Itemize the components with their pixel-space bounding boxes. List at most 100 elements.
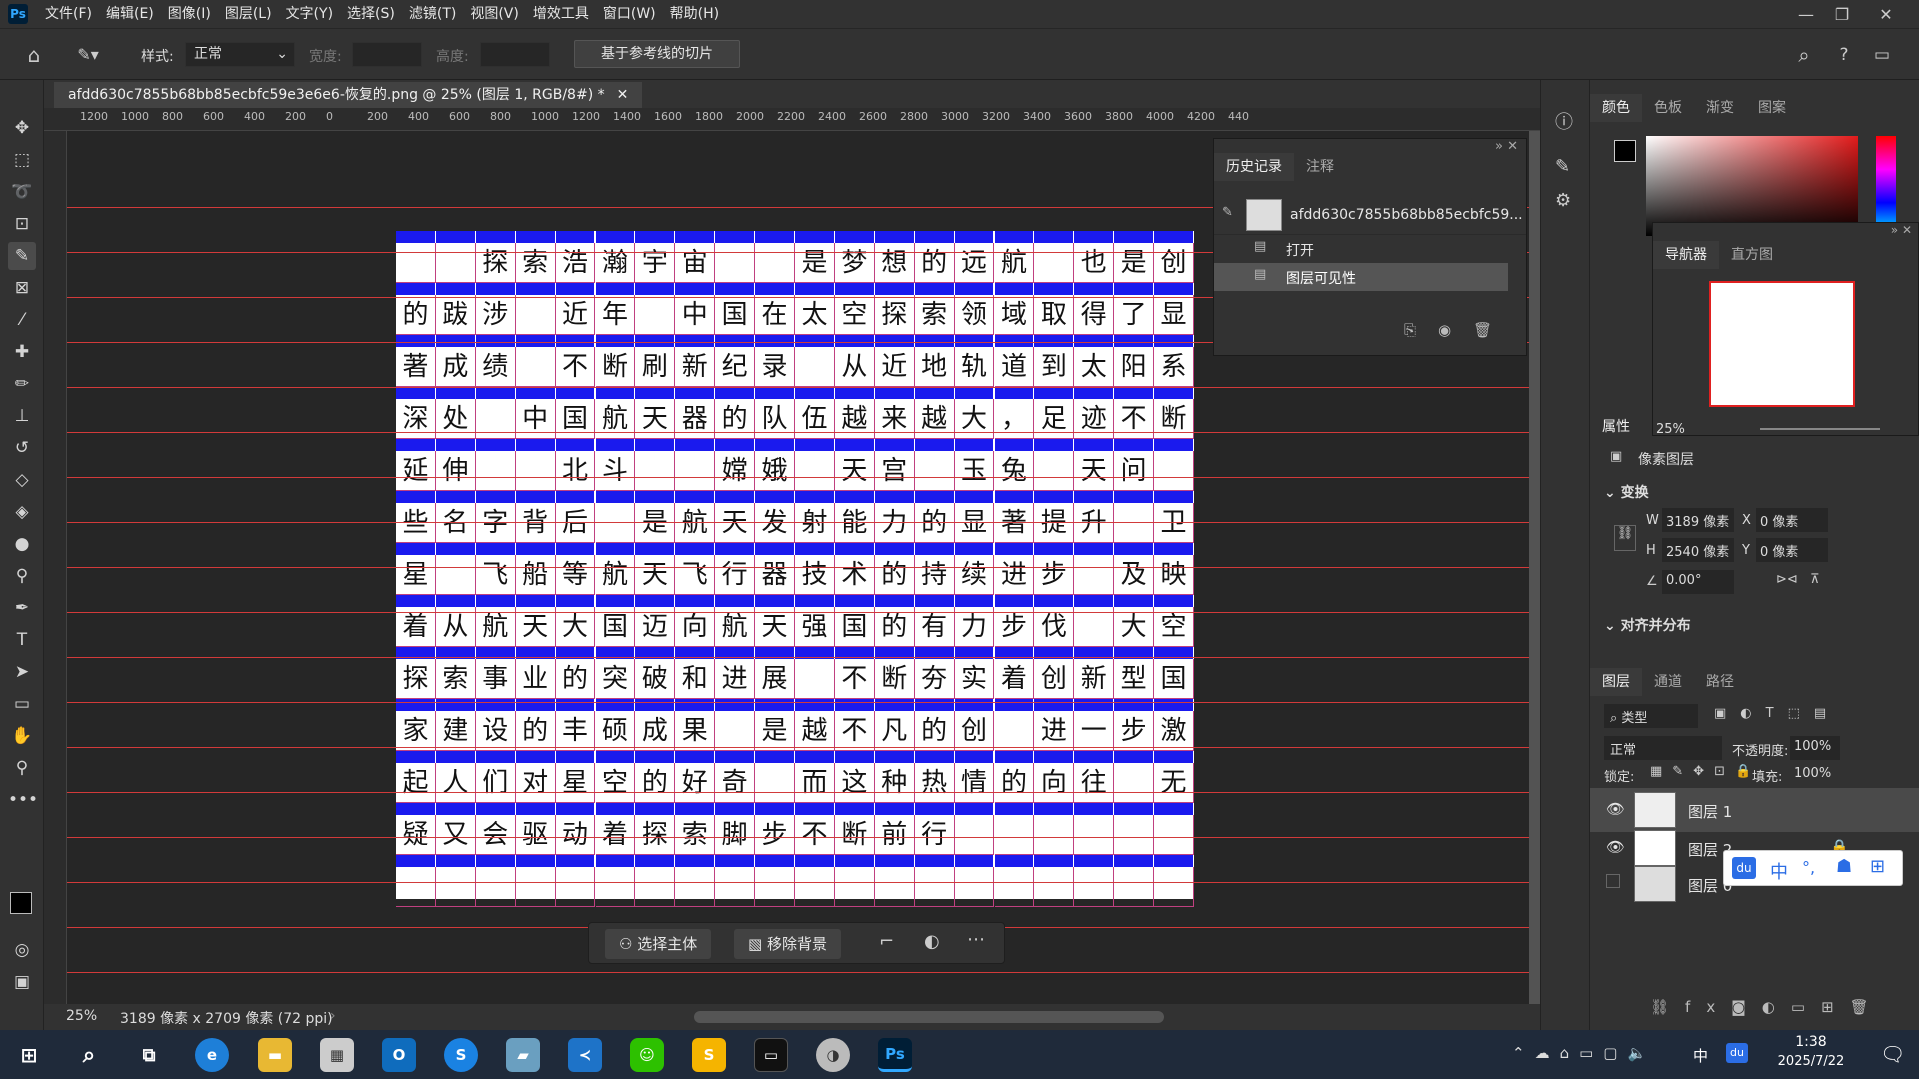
menu-item[interactable]: 编辑(E)	[99, 0, 161, 28]
slice-label[interactable]	[795, 439, 834, 451]
slice-label[interactable]	[994, 803, 1034, 815]
slice-label[interactable]	[994, 387, 1034, 399]
slice-label[interactable]	[755, 595, 794, 607]
new-layer-icon[interactable]: ⊞	[1821, 998, 1850, 1016]
eyedropper-tool-icon[interactable]: ⁄	[8, 306, 36, 334]
slice-label[interactable]	[555, 231, 595, 243]
history-item-selected[interactable]: ▤ 图层可见性	[1214, 263, 1508, 291]
slice-label[interactable]	[1034, 439, 1074, 451]
slice-label[interactable]	[515, 231, 555, 243]
slice-label[interactable]	[1114, 231, 1154, 243]
slice-label[interactable]	[555, 439, 595, 451]
mask-icon[interactable]: ◙	[1731, 998, 1762, 1016]
width-input[interactable]	[352, 42, 422, 67]
minimize-icon[interactable]: —	[1788, 0, 1824, 28]
slice-label[interactable]	[954, 595, 994, 607]
slice-label[interactable]	[396, 335, 435, 347]
slice-label[interactable]	[555, 699, 595, 711]
panel-tab[interactable]: 历史记录	[1214, 153, 1294, 181]
slice-label[interactable]	[555, 751, 595, 763]
slice-label[interactable]	[635, 439, 675, 451]
slice-label[interactable]	[1114, 283, 1154, 295]
slice-label[interactable]	[1034, 543, 1074, 555]
slice-label[interactable]	[1034, 335, 1074, 347]
slice-label[interactable]	[1114, 439, 1154, 451]
slice-label[interactable]	[475, 387, 515, 399]
slice-label[interactable]	[1154, 543, 1193, 555]
slice-label[interactable]	[1154, 491, 1193, 503]
slice-label[interactable]	[1074, 699, 1114, 711]
y-field[interactable]: 0 像素	[1756, 538, 1828, 562]
style-select[interactable]: 正常 ⌄	[185, 42, 295, 67]
path-select-icon[interactable]: ➤	[8, 658, 36, 686]
slice-label[interactable]	[1074, 283, 1114, 295]
slice-label[interactable]	[435, 283, 475, 295]
slice-label[interactable]	[795, 335, 834, 347]
link-icon[interactable]: ⛓	[1614, 525, 1636, 551]
dodge-tool-icon[interactable]: ⚲	[8, 562, 36, 590]
menu-item[interactable]: 图层(L)	[218, 0, 279, 28]
slice-label[interactable]	[475, 543, 515, 555]
slice-label[interactable]	[1114, 699, 1154, 711]
fill-field[interactable]: 100%	[1794, 766, 1831, 781]
network-icon[interactable]: ⌂	[1560, 1044, 1580, 1062]
trash-icon[interactable]: 🗑	[1473, 321, 1514, 339]
slice-label[interactable]	[954, 699, 994, 711]
panel-tab[interactable]: 色板	[1642, 94, 1694, 122]
slice-label[interactable]	[435, 439, 475, 451]
paint-bucket-icon[interactable]: ◈	[8, 498, 36, 526]
height-input[interactable]	[480, 42, 550, 67]
panel-tab[interactable]: 颜色	[1590, 94, 1642, 122]
slice-label[interactable]	[635, 543, 675, 555]
slice-label[interactable]	[795, 751, 834, 763]
slice-label[interactable]	[515, 439, 555, 451]
slice-label[interactable]	[475, 803, 515, 815]
zoom-level[interactable]: 25%	[66, 1008, 97, 1024]
horizontal-scrollbar[interactable]	[694, 1011, 1164, 1023]
panel-tab[interactable]: 渐变	[1694, 94, 1746, 122]
slice-label[interactable]	[475, 751, 515, 763]
collapse-icon[interactable]: » ✕	[1495, 139, 1518, 154]
slice-label[interactable]	[834, 803, 874, 815]
slice-label[interactable]	[715, 751, 755, 763]
horizontal-guide[interactable]	[67, 837, 1529, 838]
wechat-icon[interactable]: ☺	[630, 1038, 664, 1072]
slice-label[interactable]	[954, 387, 994, 399]
adjustments-icon[interactable]: ⚙	[1555, 190, 1571, 211]
brush-tool-icon[interactable]: ✏	[8, 370, 36, 398]
navigator-preview[interactable]	[1709, 281, 1855, 407]
slice-label[interactable]	[874, 283, 914, 295]
close-icon[interactable]: ✕	[1868, 0, 1904, 28]
clock-time[interactable]: 1:38	[1766, 1034, 1856, 1050]
slice-label[interactable]	[1154, 283, 1193, 295]
slice-label[interactable]	[675, 699, 715, 711]
menu-item[interactable]: 选择(S)	[340, 0, 402, 28]
slice-label[interactable]	[1114, 595, 1154, 607]
windows-start-icon[interactable]: ⊞	[12, 1038, 46, 1072]
document-tab[interactable]: afdd630c7855b68bb85ecbfc59e3e6e6-恢复的.png…	[54, 82, 643, 108]
store-icon[interactable]: ▦	[320, 1038, 354, 1072]
panel-tab[interactable]: 直方图	[1719, 241, 1785, 269]
slice-label[interactable]	[555, 543, 595, 555]
slice-label[interactable]	[475, 595, 515, 607]
slice-label[interactable]	[1114, 855, 1154, 867]
panel-tab[interactable]: 通道	[1642, 668, 1694, 696]
slice-label[interactable]	[435, 595, 475, 607]
slice-label[interactable]	[396, 387, 435, 399]
slice-label[interactable]	[834, 439, 874, 451]
slice-label[interactable]	[1074, 803, 1114, 815]
slice-label[interactable]	[595, 439, 635, 451]
transform-section[interactable]: ⌄ 变换	[1604, 482, 1649, 502]
marquee-tool-icon[interactable]: ⬚	[8, 146, 36, 174]
slice-label[interactable]	[555, 335, 595, 347]
slice-label[interactable]	[396, 751, 435, 763]
slice-label[interactable]	[675, 855, 715, 867]
slice-label[interactable]	[435, 491, 475, 503]
slice-label[interactable]	[1154, 751, 1193, 763]
slice-label[interactable]	[914, 335, 954, 347]
slice-label[interactable]	[874, 439, 914, 451]
slice-label[interactable]	[515, 855, 555, 867]
align-distribute-section[interactable]: ⌄ 对齐并分布	[1604, 615, 1691, 635]
slice-label[interactable]	[994, 595, 1034, 607]
slice-label[interactable]	[1154, 439, 1193, 451]
